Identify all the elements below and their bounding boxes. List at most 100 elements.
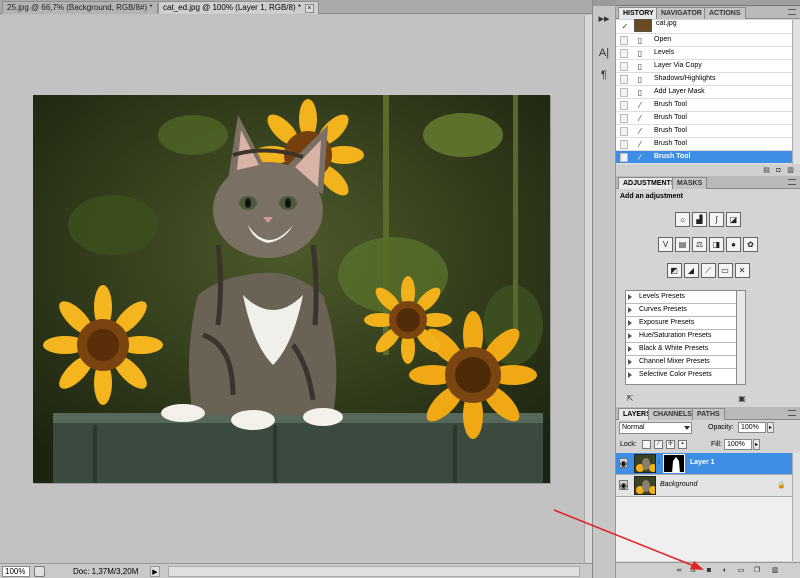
history-item[interactable]: ▯ Levels [616, 47, 792, 60]
posterize-icon[interactable]: ◢ [683, 263, 699, 278]
canvas-area[interactable] [0, 15, 584, 563]
trash-icon[interactable]: ▥ [786, 167, 795, 175]
expand-triangle-icon[interactable] [628, 359, 632, 365]
photo-filter-icon[interactable]: ● [726, 237, 741, 252]
gradient-map-icon[interactable]: ▭ [717, 263, 733, 278]
status-menu-arrow-icon[interactable]: ▶ [150, 566, 160, 577]
canvas-vertical-scrollbar[interactable] [584, 15, 592, 563]
history-scrollbar[interactable] [792, 20, 800, 164]
history-item[interactable]: ▯ Shadows/Highlights [616, 73, 792, 86]
expand-triangle-icon[interactable] [628, 294, 632, 300]
opacity-field[interactable]: 100% [738, 422, 766, 433]
doc-tab-25jpg[interactable]: 25.jpg @ 66,7% (Background, RGB/8#) *× [2, 1, 171, 14]
tab-navigator[interactable]: NAVIGATOR [656, 7, 707, 19]
expanded-view-icon[interactable]: ▣ [736, 394, 748, 404]
expand-triangle-icon[interactable] [628, 320, 632, 326]
lock-transparent-icon[interactable] [642, 440, 651, 449]
layer-thumbnail[interactable] [634, 476, 656, 495]
history-checkbox[interactable] [620, 114, 628, 123]
status-icon[interactable] [34, 566, 45, 577]
close-icon[interactable]: × [304, 4, 314, 13]
history-snapshot[interactable]: ✓ cat.jpg [616, 19, 792, 34]
tab-actions[interactable]: ACTIONS [704, 7, 746, 19]
history-checkbox[interactable] [620, 36, 628, 45]
panel-menu-icon[interactable] [788, 179, 796, 185]
eye-icon[interactable]: ◉ [619, 458, 628, 468]
history-checkbox[interactable] [620, 153, 628, 162]
new-group-icon[interactable]: ▭ [736, 566, 746, 576]
layer-row-background[interactable]: ◉ Background 🔒 [616, 475, 792, 497]
panel-menu-icon[interactable] [788, 9, 796, 15]
history-checkbox[interactable] [620, 49, 628, 58]
fill-field[interactable]: 100% [724, 439, 752, 450]
history-checkbox[interactable] [620, 127, 628, 136]
levels-icon[interactable]: ▟ [692, 212, 707, 227]
new-layer-icon[interactable]: ❐ [752, 566, 762, 576]
threshold-icon[interactable]: ⟋ [700, 263, 716, 278]
lock-position-icon[interactable]: ✛ [666, 440, 675, 449]
hue-saturation-icon[interactable]: ▤ [675, 237, 690, 252]
layer-name[interactable]: Background [660, 481, 697, 488]
expand-triangle-icon[interactable] [628, 333, 632, 339]
new-adjustment-layer-icon[interactable]: ◐ [720, 566, 730, 576]
history-checkbox[interactable] [620, 140, 628, 149]
history-item[interactable]: ⁄ Brush Tool [616, 112, 792, 125]
layer-name[interactable]: Layer 1 [690, 459, 715, 466]
brightness-contrast-icon[interactable]: ☼ [675, 212, 690, 227]
lock-image-icon[interactable]: ⁄ [654, 440, 663, 449]
layer-row-layer-1[interactable]: ◉ ⁞ Layer 1 [616, 453, 792, 475]
new-document-from-state-icon[interactable]: ▤ [762, 167, 771, 175]
preset-item[interactable]: Selective Color Presets [626, 369, 736, 382]
zoom-level-field[interactable]: 100% [2, 566, 30, 577]
tab-history[interactable]: HISTORY [618, 7, 659, 19]
history-checkbox[interactable] [620, 62, 628, 71]
kitten-sunflowers-image[interactable] [33, 95, 550, 483]
add-layer-mask-icon[interactable]: ◙ [704, 566, 714, 576]
history-checkbox[interactable] [620, 75, 628, 84]
tab-masks[interactable]: MASKS [672, 177, 708, 189]
link-icon[interactable]: ⁞ [658, 459, 660, 466]
history-item[interactable]: ⁄ Brush Tool [616, 138, 792, 151]
expand-panels-icon[interactable]: ▸▸ [594, 10, 614, 28]
presets-scrollbar[interactable] [737, 290, 746, 385]
history-item[interactable]: ⁄ Brush Tool [616, 99, 792, 112]
tab-paths[interactable]: PATHS [692, 408, 725, 420]
exposure-icon[interactable]: ◪ [726, 212, 741, 227]
history-checkbox[interactable] [620, 101, 628, 110]
tab-channels[interactable]: CHANNELS [648, 408, 697, 420]
opacity-arrow-icon[interactable]: ▸ [767, 422, 774, 433]
black-white-icon[interactable]: ◨ [709, 237, 724, 252]
doc-tab-cat-ed[interactable]: cat_ed.jpg @ 100% (Layer 1, RGB/8) * × [158, 1, 319, 14]
lock-all-icon[interactable]: ▪ [678, 440, 687, 449]
preset-item[interactable]: Hue/Saturation Presets [626, 330, 736, 343]
link-layers-icon[interactable]: ∞ [674, 566, 684, 576]
history-item-selected[interactable]: ⁄ Brush Tool [616, 151, 792, 164]
layers-scrollbar[interactable] [792, 453, 800, 561]
preset-item[interactable]: Exposure Presets [626, 317, 736, 330]
history-item[interactable]: ⁄ Brush Tool [616, 125, 792, 138]
layer-thumbnail[interactable] [634, 454, 656, 473]
layer-style-icon[interactable]: fx [688, 566, 698, 576]
fill-arrow-icon[interactable]: ▸ [753, 439, 760, 450]
preset-item[interactable]: Curves Presets [626, 304, 736, 317]
eye-icon[interactable]: ◉ [619, 480, 628, 490]
panel-grip[interactable] [593, 0, 615, 6]
preset-item[interactable]: Levels Presets [626, 291, 736, 304]
preset-item[interactable]: Black & White Presets [626, 343, 736, 356]
vibrance-icon[interactable]: V [658, 237, 673, 252]
expand-triangle-icon[interactable] [628, 346, 632, 352]
panel-menu-icon[interactable] [788, 410, 796, 416]
preset-item[interactable]: Channel Mixer Presets [626, 356, 736, 369]
channel-mixer-icon[interactable]: ✿ [743, 237, 758, 252]
blend-mode-select[interactable]: Normal [619, 422, 692, 434]
brush-source-icon[interactable]: ✓ [619, 21, 631, 32]
color-balance-icon[interactable]: ⚖ [692, 237, 707, 252]
expand-triangle-icon[interactable] [628, 307, 632, 313]
history-item[interactable]: ▯ Add Layer Mask [616, 86, 792, 99]
curves-icon[interactable]: ∫ [709, 212, 724, 227]
history-item[interactable]: ▯ Layer Via Copy [616, 60, 792, 73]
expand-triangle-icon[interactable] [628, 372, 632, 378]
paragraph-panel-icon[interactable]: ¶ [594, 66, 614, 84]
layer-mask-thumbnail[interactable] [663, 454, 685, 473]
canvas-horizontal-scrollbar[interactable] [168, 566, 580, 577]
